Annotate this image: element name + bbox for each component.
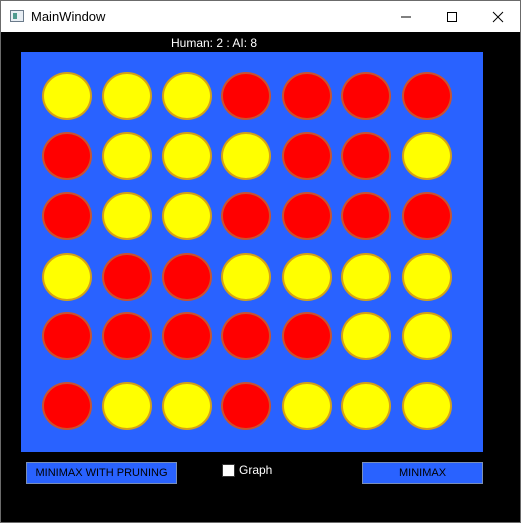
board-cell-yellow[interactable] [221, 132, 271, 180]
board-cell-yellow[interactable] [102, 72, 152, 120]
maximize-button[interactable] [429, 1, 475, 32]
board-cell-red[interactable] [341, 192, 391, 240]
maximize-icon [447, 11, 457, 22]
board-cell-red[interactable] [162, 312, 212, 360]
board-cell-yellow[interactable] [162, 192, 212, 240]
board-cell-yellow[interactable] [162, 132, 212, 180]
app-icon [10, 10, 24, 22]
board-cell-red[interactable] [282, 312, 332, 360]
board-cell-yellow[interactable] [221, 253, 271, 301]
graph-label: Graph [239, 463, 273, 477]
board-cell-yellow[interactable] [42, 253, 92, 301]
board-cell-red[interactable] [282, 132, 332, 180]
board-cell-yellow[interactable] [402, 312, 452, 360]
board-cell-yellow[interactable] [341, 312, 391, 360]
board-cell-red[interactable] [221, 192, 271, 240]
board-cell-red[interactable] [42, 382, 92, 430]
board-cell-red[interactable] [282, 192, 332, 240]
board-cell-yellow[interactable] [162, 72, 212, 120]
board-cell-red[interactable] [402, 192, 452, 240]
board-cell-red[interactable] [402, 72, 452, 120]
board-cell-red[interactable] [162, 253, 212, 301]
score-label: Human: 2 : AI: 8 [171, 36, 258, 50]
board-cell-yellow[interactable] [402, 253, 452, 301]
board-cell-red[interactable] [102, 312, 152, 360]
graph-checkbox[interactable] [222, 463, 235, 477]
board-cell-red[interactable] [341, 132, 391, 180]
board-cell-red[interactable] [102, 253, 152, 301]
minimize-icon [401, 16, 411, 17]
close-button[interactable] [475, 1, 521, 32]
title-bar: MainWindow [1, 1, 520, 32]
graph-checkbox-group[interactable]: Graph [222, 463, 272, 477]
board-cell-red[interactable] [42, 132, 92, 180]
minimax-with-pruning-button[interactable]: MINIMAX WITH PRUNING [26, 462, 177, 484]
board-cell-red[interactable] [221, 312, 271, 360]
board-cell-yellow[interactable] [341, 253, 391, 301]
board-cell-yellow[interactable] [102, 382, 152, 430]
game-board[interactable] [21, 52, 483, 452]
board-cell-red[interactable] [341, 72, 391, 120]
board-cell-yellow[interactable] [282, 382, 332, 430]
board-cell-yellow[interactable] [162, 382, 212, 430]
board-cell-yellow[interactable] [341, 382, 391, 430]
minimax-button[interactable]: MINIMAX [362, 462, 483, 484]
close-icon [492, 11, 504, 22]
board-cell-yellow[interactable] [102, 192, 152, 240]
board-cell-red[interactable] [282, 72, 332, 120]
board-cell-yellow[interactable] [402, 132, 452, 180]
board-cell-yellow[interactable] [42, 72, 92, 120]
minimize-button[interactable] [383, 1, 429, 32]
main-window: MainWindow Human: 2 : AI: 8 MINIMAX WITH… [0, 0, 521, 523]
board-cell-yellow[interactable] [282, 253, 332, 301]
board-cell-yellow[interactable] [102, 132, 152, 180]
board-cell-red[interactable] [42, 312, 92, 360]
board-cell-red[interactable] [42, 192, 92, 240]
board-cell-yellow[interactable] [402, 382, 452, 430]
board-cell-red[interactable] [221, 382, 271, 430]
board-cell-red[interactable] [221, 72, 271, 120]
window-title: MainWindow [31, 9, 106, 24]
